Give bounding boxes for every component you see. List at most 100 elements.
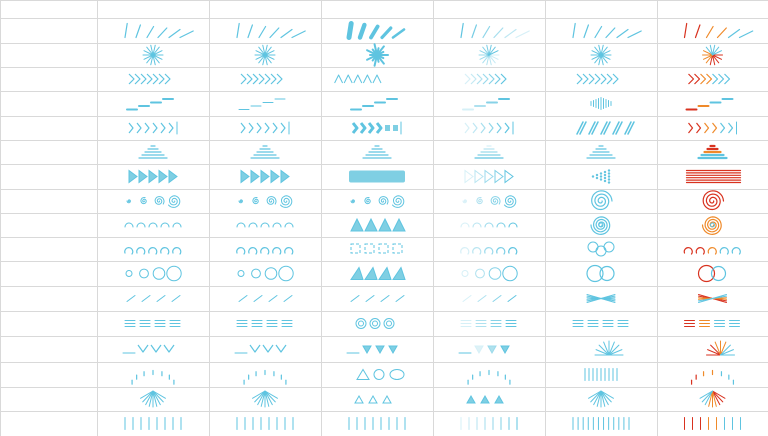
spaced-chevrons-glyph	[351, 121, 402, 135]
row-chevron-lines	[128, 121, 737, 135]
ray-fan-glyph	[466, 394, 504, 404]
row-strands	[126, 294, 727, 303]
faded-chevrons-glyph	[334, 74, 382, 84]
line-fan-glyph	[140, 390, 166, 408]
ripple-disc-glyph	[684, 320, 740, 327]
small-triangles-glyph	[252, 390, 278, 408]
red-spiral-glyph	[591, 190, 613, 211]
rising-strokes-glyph	[683, 22, 754, 39]
gradient-bar-glyph	[240, 169, 290, 184]
thin-steps-glyph	[238, 98, 286, 110]
ring-spiral-glyph	[461, 265, 518, 282]
fan-right-glyph	[458, 345, 510, 355]
faded-arrow-glyph	[349, 170, 405, 183]
stair-pyramid-glyph	[697, 144, 728, 160]
swoosh-glyph	[685, 169, 742, 184]
feather-chevrons-glyph	[464, 73, 507, 85]
step-dashes-glyph	[126, 98, 174, 111]
row-curls	[124, 241, 741, 257]
sparse-chevrons-glyph	[240, 73, 283, 85]
filled-shapes-glyph	[236, 222, 294, 228]
small-pyramid-glyph	[362, 145, 392, 159]
dot-diagonal-glyph	[698, 294, 727, 303]
chevron-arrow-glyph	[128, 73, 171, 85]
row-pyramids	[138, 144, 728, 160]
filled-vees-glyph	[234, 344, 287, 354]
colored-chevron-line-glyph	[576, 121, 635, 135]
fading-steps-glyph	[350, 98, 398, 111]
loop-series-glyph	[350, 217, 406, 232]
triangle-marks-glyph	[346, 345, 398, 355]
hourglass-bars-glyph	[684, 417, 741, 430]
dashed-squares-glyph	[236, 247, 294, 255]
row-fans	[140, 390, 726, 408]
red-stripes-glyph	[591, 169, 611, 184]
glyph-grid	[0, 0, 768, 436]
spaced-slashes-glyph	[350, 295, 405, 302]
row-dashed-rows	[124, 318, 740, 329]
filled-triangles-glyph	[237, 265, 294, 282]
partial-circles-glyph	[350, 266, 406, 280]
row-stairs	[126, 97, 734, 111]
sheared-strokes-glyph	[460, 22, 530, 39]
red-diagonals-glyph	[572, 320, 629, 327]
star-lines-glyph	[706, 340, 735, 356]
orange-ticks-glyph	[584, 368, 618, 381]
row-bars	[124, 417, 741, 430]
big-spiral-glyph	[462, 195, 517, 208]
open-circles-glyph	[125, 265, 182, 282]
dot-curls-glyph	[587, 241, 615, 257]
stair-dashes-glyph	[690, 369, 735, 385]
fading-strokes-glyph	[346, 21, 406, 40]
striped-blob-glyph	[462, 98, 510, 111]
row-chevron-arrows	[128, 73, 731, 85]
arc-dashes-glyph	[356, 368, 405, 380]
scroll-spiral-glyph	[702, 190, 725, 211]
bar-pyramid-glyph	[138, 145, 168, 159]
red-pyramid-glyph	[586, 145, 616, 159]
step-row-glyph	[699, 390, 726, 408]
row-vee-shapes	[122, 340, 735, 356]
growing-spirals-glyph	[238, 195, 293, 208]
row-filled-arrows	[128, 169, 742, 184]
long-dashes-glyph	[355, 318, 395, 329]
arc-loops-glyph	[124, 222, 182, 228]
grid-lines	[0, 0, 768, 436]
orange-fan-glyph	[588, 390, 614, 408]
starburst-glyph	[142, 44, 164, 66]
round-burst-glyph	[478, 44, 500, 66]
grouped-ticks-glyph	[348, 417, 406, 430]
dashed-lines-glyph	[124, 320, 181, 327]
tick-arc-glyph	[131, 369, 175, 385]
concentric-spiral-glyph	[460, 222, 518, 228]
red-fan-glyph	[594, 340, 624, 356]
fan-flower-glyph	[250, 145, 280, 159]
spiral-sequence-glyph	[126, 195, 181, 208]
slash-pairs-glyph	[238, 295, 293, 302]
wing-chevrons-glyph	[688, 73, 731, 85]
slash-lines-glyph	[126, 295, 181, 302]
fence-lines-glyph	[467, 369, 511, 385]
outline-shapes-glyph	[243, 369, 287, 385]
orange-bars-glyph	[572, 417, 630, 430]
row-bursts	[142, 43, 723, 67]
chevron-line-glyph	[128, 121, 178, 135]
fan-burst-glyph	[254, 44, 276, 66]
twisted-strands-glyph	[462, 295, 517, 302]
thick-chevrons-glyph	[240, 121, 290, 135]
step-dashes-2-glyph	[590, 97, 612, 110]
curl-series-glyph	[124, 247, 182, 255]
colored-strokes-glyph	[572, 22, 642, 39]
thick-tilting-bars-glyph	[236, 22, 306, 39]
ring-icons-glyph	[236, 320, 293, 327]
orange-spiral-glyph	[590, 216, 611, 236]
faint-spirals-glyph	[350, 195, 405, 208]
tilting-strokes-glyph	[124, 22, 194, 39]
tick-clusters-glyph	[236, 417, 294, 430]
feather-wing-glyph	[685, 98, 734, 111]
dot-triangle-glyph	[464, 169, 514, 184]
slanted-bars-glyph	[464, 121, 514, 135]
colored-chevrons-glyph	[576, 73, 619, 85]
vertical-ticks-glyph	[124, 417, 182, 430]
red-rings-glyph	[586, 264, 615, 283]
